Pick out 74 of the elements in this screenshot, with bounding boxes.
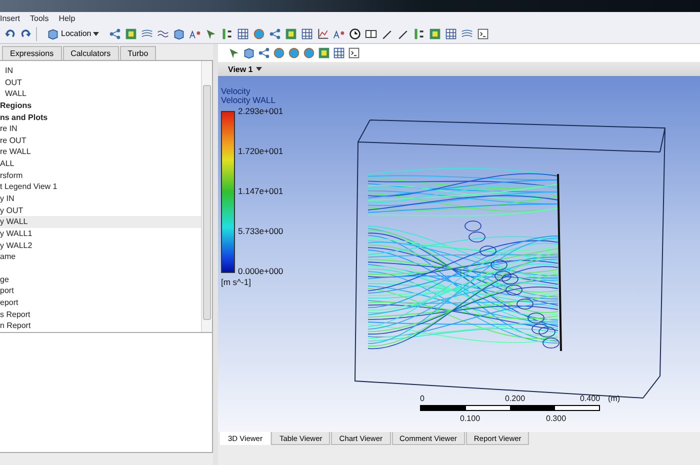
grid-icon[interactable] [333,47,345,59]
cube-icon[interactable] [173,28,186,40]
tree-item[interactable]: OUT [0,76,201,88]
text-icon[interactable] [333,28,346,40]
tree-item[interactable]: y IN [0,193,201,205]
tree-item[interactable]: s Report [0,308,201,320]
scale-label: 0.400 [580,394,600,403]
caret-icon [93,32,100,36]
tree-item[interactable]: y WALL [0,216,201,228]
streamline-icon[interactable] [141,28,154,40]
legend-title: Velocity [221,87,252,96]
tree-item[interactable]: re WALL [0,146,201,158]
sphere-icon[interactable] [288,47,300,59]
tree-item[interactable]: WALL [0,88,201,100]
tree-item[interactable]: re OUT [0,134,201,146]
text-icon[interactable] [189,28,202,40]
redo-icon[interactable] [20,28,32,40]
cube-icon[interactable] [47,28,59,40]
scale-label: 0.300 [546,414,566,423]
legend-value: 0.000e+000 [238,266,284,276]
tree-item[interactable]: port [0,285,201,298]
panel-tab[interactable]: Calculators [62,46,119,60]
streamline-icon[interactable] [461,28,474,40]
menu-item[interactable]: Help [58,14,76,22]
legend-value: 1.720e+001 [238,146,284,156]
tree-item[interactable]: rsform [0,170,201,182]
scrollbar[interactable] [201,61,212,332]
tree-item[interactable]: IN [0,65,201,77]
panel-tab[interactable]: Expressions [2,46,62,60]
tree-item[interactable]: y WALL2 [0,240,201,252]
legend-value: 1.147e+001 [238,186,284,196]
network-icon[interactable] [109,28,122,40]
sphere-icon[interactable] [253,28,266,40]
grid-icon[interactable] [237,28,250,40]
tree-item[interactable]: re IN [0,123,201,135]
view-menu[interactable]: View 1 [218,64,272,74]
tree-item[interactable]: eport [0,297,201,309]
tree-item[interactable]: ge [0,274,201,286]
legend-subtitle: Velocity WALL [221,96,276,105]
console-icon[interactable] [477,28,490,40]
panel-tab[interactable]: Turbo [120,46,156,60]
tree-item[interactable]: Regions [0,100,201,112]
legend-value: 2.293e+001 [238,106,284,116]
caret-icon [256,67,262,71]
wave-icon[interactable] [157,28,170,40]
sphere-icon[interactable] [273,47,285,59]
tree-item[interactable]: n Report [0,320,201,332]
console-icon[interactable] [348,47,360,59]
grid-icon[interactable] [301,28,314,40]
scale-unit: (m) [608,394,620,403]
pointer-icon[interactable] [205,28,218,40]
clock-icon[interactable] [349,28,362,40]
tree-item[interactable]: y OUT [0,204,201,216]
cube-icon[interactable] [243,47,255,59]
pointer-icon[interactable] [228,47,240,59]
scale-label: 0.200 [505,394,526,403]
network-icon[interactable] [269,28,282,40]
menu-item[interactable]: Insert [0,14,20,22]
legend-value: 5.733e+000 [238,226,284,236]
menu-item[interactable]: Tools [30,14,49,22]
network-icon[interactable] [258,47,270,59]
tree-item[interactable]: ns and Plots [0,112,201,124]
undo-icon[interactable] [4,28,16,40]
tree-item[interactable]: t Legend View 1 [0,181,201,194]
chart-icon[interactable] [317,28,330,40]
legend-unit: [m s^-1] [221,277,252,287]
tree-item[interactable]: y WALL1 [0,228,201,240]
scale-label: 0.100 [460,414,480,423]
tree-item[interactable]: ALL [0,158,201,170]
sphere-icon[interactable] [303,47,315,59]
tree-item[interactable]: ame [0,251,201,263]
location-button[interactable]: Location [45,28,102,40]
scale-label: 0 [420,394,424,403]
grid-icon[interactable] [445,28,458,40]
